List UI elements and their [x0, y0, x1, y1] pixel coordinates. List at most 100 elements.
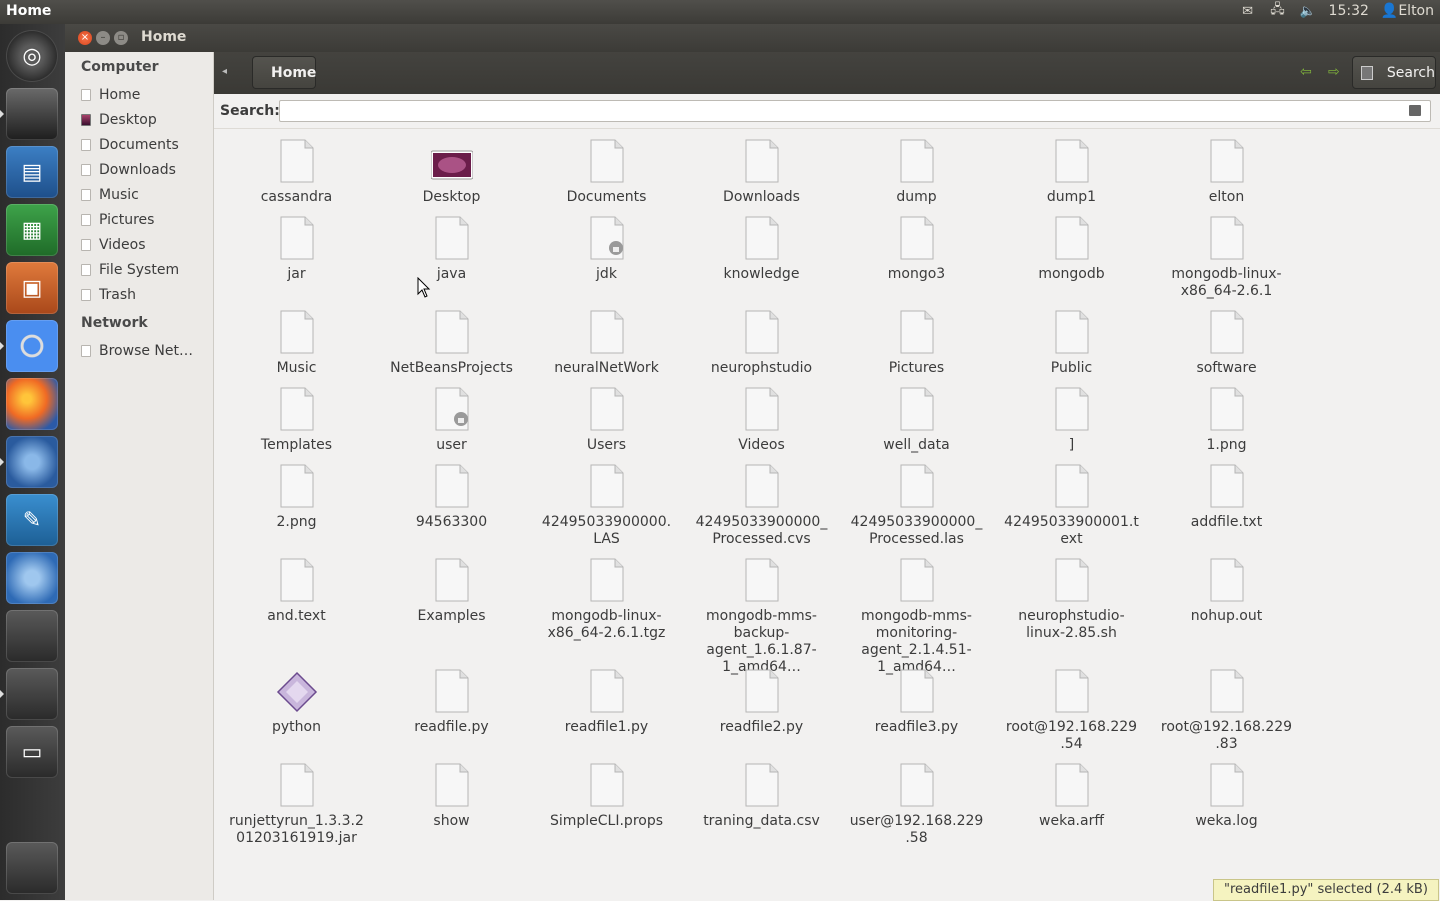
- file-item[interactable]: readfile.py: [374, 664, 529, 736]
- file-item[interactable]: root@192.168.229.54: [994, 664, 1149, 753]
- file-item[interactable]: mongodb: [994, 211, 1149, 283]
- file-item[interactable]: and.text: [219, 553, 374, 625]
- calc-icon[interactable]: ▦: [6, 204, 58, 256]
- file-item[interactable]: jar: [219, 211, 374, 283]
- file-item[interactable]: readfile3.py: [839, 664, 994, 736]
- sidebar-item-file-system[interactable]: File System: [81, 259, 211, 281]
- file-item[interactable]: 1.png: [1149, 382, 1304, 454]
- file-item[interactable]: Public: [994, 305, 1149, 377]
- file-item[interactable]: ]: [994, 382, 1149, 454]
- thunderbird-icon[interactable]: [0, 436, 58, 488]
- clear-search-icon[interactable]: [1409, 105, 1421, 116]
- volume-icon[interactable]: 🔈: [1299, 3, 1317, 19]
- breadcrumb-scroll-left-icon[interactable]: ◂: [222, 66, 227, 77]
- file-item[interactable]: neurophstudio: [684, 305, 839, 377]
- sidebar-item-home[interactable]: Home: [81, 84, 211, 106]
- file-item[interactable]: traning_data.csv: [684, 758, 839, 830]
- window-titlebar[interactable]: × – ▫ Home: [65, 24, 1440, 52]
- maximize-icon[interactable]: ▫: [114, 31, 128, 45]
- breadcrumb-home[interactable]: Home: [252, 56, 316, 89]
- file-item[interactable]: Pictures: [839, 305, 994, 377]
- file-item[interactable]: readfile2.py: [684, 664, 839, 736]
- sidebar-item-pictures[interactable]: Pictures: [81, 209, 211, 231]
- file-item[interactable]: neuralNetWork: [529, 305, 684, 377]
- file-item[interactable]: mongo3: [839, 211, 994, 283]
- mail-icon[interactable]: ✉: [1239, 3, 1257, 19]
- file-item[interactable]: Templates: [219, 382, 374, 454]
- window-icon[interactable]: [6, 610, 58, 662]
- file-item[interactable]: software: [1149, 305, 1304, 377]
- document-icon: [434, 464, 470, 508]
- sidebar-item-downloads[interactable]: Downloads: [81, 159, 211, 181]
- sidebar-item-desktop[interactable]: Desktop: [81, 109, 211, 131]
- file-item[interactable]: readfile1.py: [529, 664, 684, 736]
- writer-icon[interactable]: ▤: [6, 146, 58, 198]
- file-item[interactable]: runjettyrun_1.3.3.201203161919.jar: [219, 758, 374, 847]
- file-item[interactable]: Users: [529, 382, 684, 454]
- clock[interactable]: 15:32: [1329, 3, 1369, 19]
- file-item[interactable]: Downloads: [684, 134, 839, 206]
- forward-arrow-icon[interactable]: ⇨: [1328, 64, 1340, 80]
- sidebar-item-trash[interactable]: Trash: [81, 284, 211, 306]
- file-item[interactable]: mongodb-mms-backup-agent_1.6.1.87-1_amd6…: [684, 553, 839, 676]
- file-item[interactable]: 42495033900000_Processed.cvs: [684, 459, 839, 548]
- file-item[interactable]: neurophstudio-linux-2.85.sh: [994, 553, 1149, 642]
- file-item[interactable]: java: [374, 211, 529, 283]
- user-menu[interactable]: 👤Elton: [1381, 3, 1434, 19]
- file-item[interactable]: dump1: [994, 134, 1149, 206]
- minimize-icon[interactable]: –: [96, 31, 110, 45]
- file-item[interactable]: root@192.168.229.83: [1149, 664, 1304, 753]
- file-item[interactable]: weka.arff: [994, 758, 1149, 830]
- dash-icon[interactable]: ◎: [6, 30, 58, 82]
- impress-icon[interactable]: ▣: [6, 262, 58, 314]
- file-item[interactable]: jdk: [529, 211, 684, 283]
- file-item[interactable]: dump: [839, 134, 994, 206]
- file-item[interactable]: weka.log: [1149, 758, 1304, 830]
- sidebar-item-music[interactable]: Music: [81, 184, 211, 206]
- file-item[interactable]: SimpleCLI.props: [529, 758, 684, 830]
- workspace-icon[interactable]: [0, 88, 58, 140]
- trash-launcher-icon[interactable]: [6, 842, 58, 894]
- file-item[interactable]: addfile.txt: [1149, 459, 1304, 531]
- file-item[interactable]: elton: [1149, 134, 1304, 206]
- launcher: ◎ ▤ ▦ ▣ ✎ ▭: [0, 24, 66, 900]
- sidebar-item-videos[interactable]: Videos: [81, 234, 211, 256]
- fish-icon[interactable]: [6, 552, 58, 604]
- close-icon[interactable]: ×: [78, 31, 92, 45]
- file-item[interactable]: python: [219, 664, 374, 736]
- file-item[interactable]: mongodb-mms-monitoring-agent_2.1.4.51-1_…: [839, 553, 994, 676]
- file-item[interactable]: Music: [219, 305, 374, 377]
- workbench-icon[interactable]: ✎: [6, 494, 58, 546]
- file-item[interactable]: 42495033900001.text: [994, 459, 1149, 548]
- network-icon[interactable]: 🖧: [1269, 2, 1287, 19]
- file-item[interactable]: Documents: [529, 134, 684, 206]
- back-arrow-icon[interactable]: ⇦: [1300, 64, 1312, 80]
- file-item[interactable]: 42495033900000_Processed.las: [839, 459, 994, 548]
- file-item[interactable]: Videos: [684, 382, 839, 454]
- window-icon[interactable]: [0, 668, 58, 720]
- chrome-icon[interactable]: [0, 320, 58, 372]
- sidebar-item-documents[interactable]: Documents: [81, 134, 211, 156]
- workspace-switcher-icon[interactable]: ▭: [6, 726, 58, 778]
- file-item[interactable]: well_data: [839, 382, 994, 454]
- file-item[interactable]: nohup.out: [1149, 553, 1304, 625]
- file-item[interactable]: mongodb-linux-x86_64-2.6.1.tgz: [529, 553, 684, 642]
- file-item[interactable]: cassandra: [219, 134, 374, 206]
- file-item[interactable]: knowledge: [684, 211, 839, 283]
- toolbar: ◂ Home ⇦ ⇨ Search: [214, 52, 1440, 94]
- file-item[interactable]: 2.png: [219, 459, 374, 531]
- firefox-icon[interactable]: [6, 378, 58, 430]
- search-button[interactable]: Search: [1352, 56, 1436, 89]
- file-item[interactable]: 94563300: [374, 459, 529, 531]
- file-item[interactable]: Examples: [374, 553, 529, 625]
- file-item[interactable]: show: [374, 758, 529, 830]
- sidebar-item-browse-network[interactable]: Browse Net…: [81, 340, 211, 362]
- file-item[interactable]: user: [374, 382, 529, 454]
- file-item[interactable]: user@192.168.229.58: [839, 758, 994, 847]
- file-item[interactable]: mongodb-linux-x86_64-2.6.1: [1149, 211, 1304, 300]
- search-input[interactable]: [279, 100, 1431, 122]
- file-item[interactable]: Desktop: [374, 134, 529, 206]
- file-item[interactable]: NetBeansProjects: [374, 305, 529, 377]
- file-item[interactable]: 42495033900000.LAS: [529, 459, 684, 548]
- document-icon: [434, 669, 470, 713]
